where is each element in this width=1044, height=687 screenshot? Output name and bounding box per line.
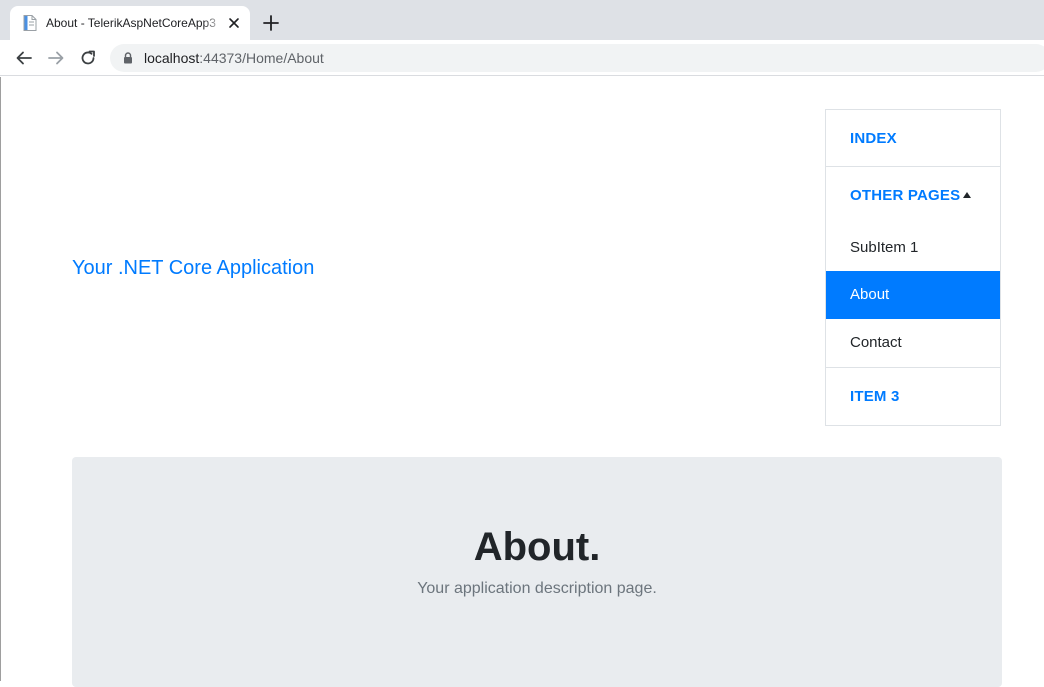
- brand-link[interactable]: Your .NET Core Application: [72, 257, 314, 279]
- submenu-item-about[interactable]: About: [826, 271, 1000, 319]
- url-path: :44373/Home/About: [199, 50, 324, 66]
- address-bar[interactable]: localhost:44373/Home/About: [110, 44, 1044, 72]
- reload-icon[interactable]: [79, 49, 97, 67]
- url-host: localhost: [144, 50, 200, 66]
- page-content: Your .NET Core Application Index Other P…: [0, 77, 1044, 687]
- document-icon: [23, 15, 37, 31]
- menu-item-label: Other Pages: [850, 187, 961, 204]
- browser-tabstrip: About - TelerikAspNetCoreApp3: [0, 0, 1044, 40]
- menu-item-item-3[interactable]: Item 3: [826, 368, 1000, 425]
- page-description: Your application description page.: [417, 580, 657, 597]
- browser-toolbar: localhost:44373/Home/About: [0, 40, 1044, 76]
- menu-item-other-pages[interactable]: Other Pages: [826, 167, 1000, 224]
- panelbar-menu: Index Other Pages SubItem 1 About Contac…: [825, 109, 1001, 426]
- plus-icon[interactable]: [262, 14, 280, 32]
- url-text[interactable]: localhost:44373/Home/About: [144, 50, 324, 66]
- submenu-item-subitem-1[interactable]: SubItem 1: [826, 224, 1000, 271]
- tab-title: About - TelerikAspNetCoreApp3: [46, 16, 216, 30]
- submenu-item-contact[interactable]: Contact: [826, 319, 1000, 367]
- page-title: About.: [473, 525, 601, 569]
- jumbotron: About. Your application description page…: [72, 457, 1002, 687]
- caret-up-icon[interactable]: [963, 192, 971, 198]
- lock-icon[interactable]: [123, 52, 133, 64]
- close-icon[interactable]: [226, 15, 242, 31]
- arrow-right-icon[interactable]: [47, 49, 65, 67]
- browser-tab-active[interactable]: About - TelerikAspNetCoreApp3: [10, 6, 250, 40]
- menu-item-index[interactable]: Index: [826, 110, 1000, 167]
- submenu-other-pages: SubItem 1 About Contact: [826, 224, 1000, 368]
- arrow-left-icon[interactable]: [15, 49, 33, 67]
